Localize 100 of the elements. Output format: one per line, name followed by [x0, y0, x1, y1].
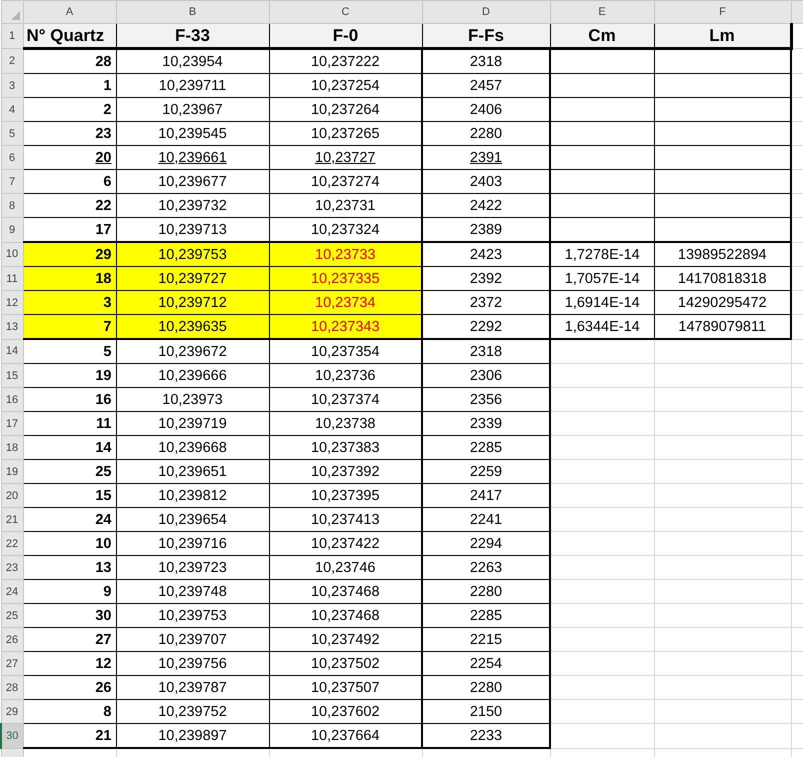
- row-header[interactable]: 22: [1, 532, 23, 556]
- table-cell: 2457: [422, 74, 550, 98]
- table-cell: 10,239635: [116, 314, 269, 339]
- table-cell: 10,239666: [116, 364, 269, 388]
- row-header[interactable]: 8: [1, 194, 23, 218]
- table-cell: 12: [23, 652, 116, 676]
- column-header[interactable]: E: [550, 0, 654, 24]
- row-header[interactable]: 21: [1, 508, 23, 532]
- table-cell: 22: [23, 194, 116, 218]
- table-cell: 13: [23, 556, 116, 580]
- row-header[interactable]: 29: [1, 700, 23, 724]
- row-header[interactable]: 27: [1, 652, 23, 676]
- header-cell: Cm: [550, 24, 654, 48]
- table-cell: 2280: [422, 122, 550, 146]
- table-cell: 24: [23, 508, 116, 532]
- row-header[interactable]: 30: [1, 724, 23, 748]
- row-header[interactable]: 9: [1, 218, 23, 242]
- table-cell: 10,239719: [116, 412, 269, 436]
- table-cell: 10,239545: [116, 122, 269, 146]
- row-header[interactable]: 20: [1, 484, 23, 508]
- table-cell: 7: [23, 314, 116, 339]
- row-header[interactable]: 2: [1, 48, 23, 74]
- table-cell: 10,239668: [116, 436, 269, 460]
- table-cell: 10,239723: [116, 556, 269, 580]
- table-cell: 9: [23, 580, 116, 604]
- table-cell: 2403: [422, 170, 550, 194]
- table-cell: 2406: [422, 98, 550, 122]
- table-cell: 2280: [422, 580, 550, 604]
- table-cell: 10,237222: [269, 48, 422, 74]
- table-cell: 10,239753: [116, 242, 269, 266]
- column-header[interactable]: C: [269, 0, 422, 24]
- table-cell: 23: [23, 122, 116, 146]
- row-header[interactable]: 1: [1, 24, 23, 48]
- column-header[interactable]: F: [654, 0, 791, 24]
- row-header[interactable]: 15: [1, 364, 23, 388]
- table-cell: 21: [23, 724, 116, 748]
- row-header[interactable]: 12: [1, 290, 23, 314]
- table-cell: 18: [23, 266, 116, 290]
- row-header[interactable]: 13: [1, 314, 23, 339]
- table-cell: 2254: [422, 652, 550, 676]
- table-cell: 8: [23, 700, 116, 724]
- table-cell: 10,237383: [269, 436, 422, 460]
- row-header[interactable]: 26: [1, 628, 23, 652]
- row-header[interactable]: 14: [1, 339, 23, 364]
- table-cell: 10,239716: [116, 532, 269, 556]
- row-header[interactable]: 24: [1, 580, 23, 604]
- column-header[interactable]: D: [422, 0, 550, 24]
- table-cell: 10,237492: [269, 628, 422, 652]
- row-header[interactable]: 28: [1, 676, 23, 700]
- table-cell: 10,239752: [116, 700, 269, 724]
- select-all-corner[interactable]: [1, 0, 23, 24]
- table-cell: 10,239661: [116, 146, 269, 170]
- table-cell: 1: [23, 74, 116, 98]
- table-cell: 30: [23, 604, 116, 628]
- column-header[interactable]: A: [23, 0, 116, 24]
- table-cell: 28: [23, 48, 116, 74]
- table-cell: 10,239753: [116, 604, 269, 628]
- table-cell: 10,23954: [116, 48, 269, 74]
- row-header[interactable]: 4: [1, 98, 23, 122]
- table-cell: 14: [23, 436, 116, 460]
- row-header[interactable]: 5: [1, 122, 23, 146]
- table-cell: 26: [23, 676, 116, 700]
- table-cell: 2318: [422, 339, 550, 364]
- table-cell: 19: [23, 364, 116, 388]
- table-cell: 1,7057E-14: [550, 266, 654, 290]
- table-cell: 2372: [422, 290, 550, 314]
- row-header[interactable]: 18: [1, 436, 23, 460]
- table-cell: 2318: [422, 48, 550, 74]
- row-header[interactable]: 19: [1, 460, 23, 484]
- table-cell: 10,239748: [116, 580, 269, 604]
- table-cell: 27: [23, 628, 116, 652]
- header-cell: N° Quartz: [23, 24, 116, 48]
- table-cell: 2422: [422, 194, 550, 218]
- table-cell: 10,239672: [116, 339, 269, 364]
- table-cell: 10,237602: [269, 700, 422, 724]
- row-header[interactable]: 7: [1, 170, 23, 194]
- table-cell: 1,6914E-14: [550, 290, 654, 314]
- table-cell: 2306: [422, 364, 550, 388]
- column-header[interactable]: B: [116, 0, 269, 24]
- table-cell: 10,237468: [269, 580, 422, 604]
- table-cell: 10,237265: [269, 122, 422, 146]
- row-header[interactable]: 25: [1, 604, 23, 628]
- table-cell: 10,237274: [269, 170, 422, 194]
- header-cell: Lm: [654, 24, 791, 48]
- header-cell: F-0: [269, 24, 422, 48]
- table-cell: 10,23736: [269, 364, 422, 388]
- row-header[interactable]: 10: [1, 242, 23, 266]
- row-header[interactable]: 17: [1, 412, 23, 436]
- table-cell: 10,237468: [269, 604, 422, 628]
- table-cell: 6: [23, 170, 116, 194]
- table-cell: 2150: [422, 700, 550, 724]
- table-cell: 10,237502: [269, 652, 422, 676]
- row-header[interactable]: 23: [1, 556, 23, 580]
- row-header[interactable]: 6: [1, 146, 23, 170]
- row-header[interactable]: 3: [1, 74, 23, 98]
- table-cell: 10,239654: [116, 508, 269, 532]
- row-header[interactable]: 11: [1, 266, 23, 290]
- row-header[interactable]: 16: [1, 388, 23, 412]
- table-cell: 2259: [422, 460, 550, 484]
- table-cell: 2285: [422, 436, 550, 460]
